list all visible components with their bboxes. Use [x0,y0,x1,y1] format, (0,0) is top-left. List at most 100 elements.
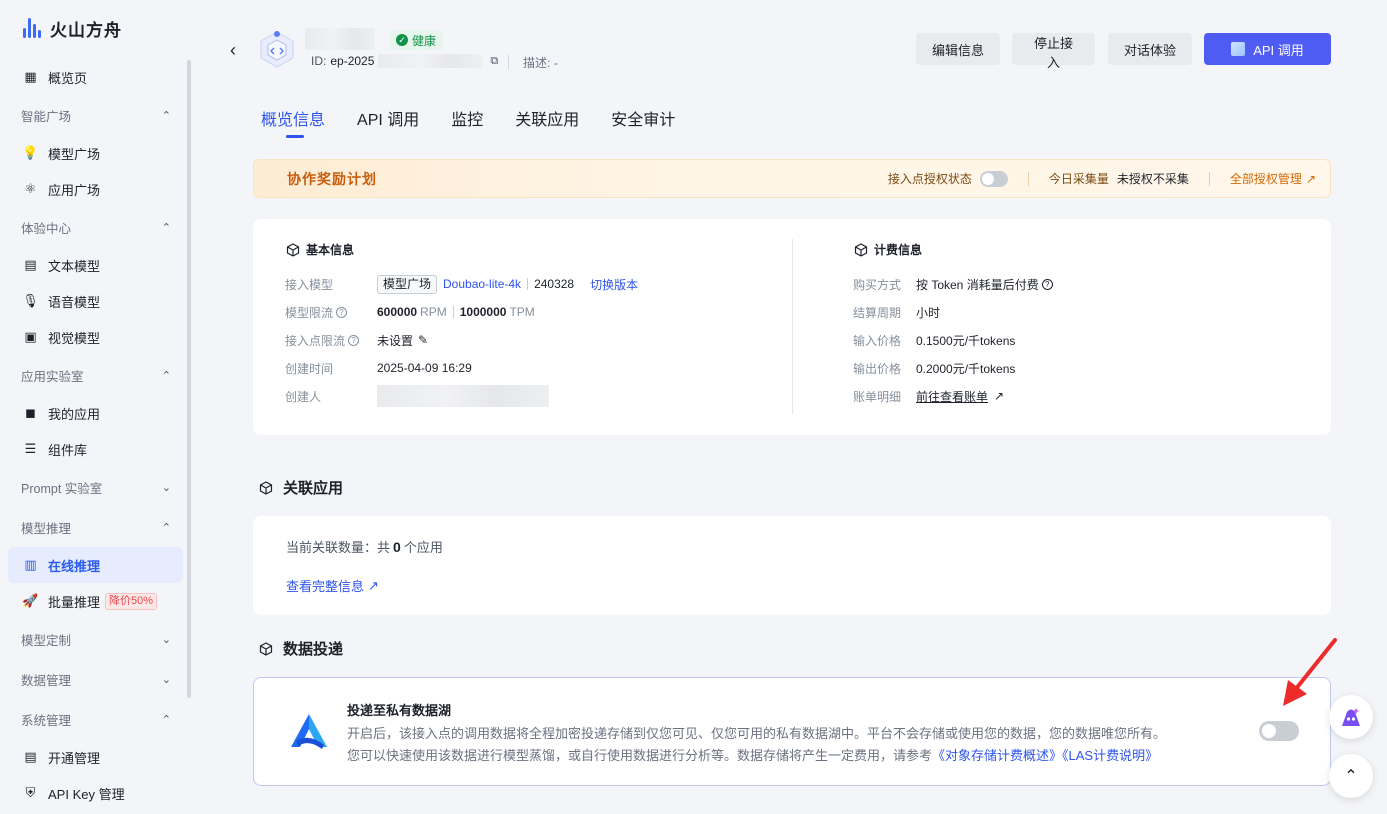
vision-icon: ▣ [24,329,37,344]
apps-count: 当前关联数量：共 0 个应用 [286,537,443,556]
id-label: ID: [311,54,327,68]
sidebar-scrollbar[interactable] [187,60,191,698]
auth-manage-link[interactable]: 全部授权管理 ↗ [1230,170,1316,187]
help-icon[interactable]: ? [348,334,360,346]
stop-endpoint-button[interactable]: 停止接入 [1012,33,1095,70]
id-value: ep-2025 [330,54,375,68]
sidebar-group[interactable]: 数据管理 ⌄ [8,659,183,699]
model-version: 240328 [534,277,575,291]
check-icon: ✓ [396,34,408,46]
oss-billing-link[interactable]: 《对象存储计费概述》 [932,748,1062,763]
tab[interactable]: API 调用 [357,106,419,136]
related-apps-title: 关联应用 [283,480,344,497]
api-call-button[interactable]: API 调用 [1204,33,1331,65]
apps-count-prefix: 当前关联数量：共 [286,540,391,555]
rpm-value: 600000 [377,305,418,319]
back-to-top-button[interactable]: ⌃ [1329,754,1373,798]
switch-version-link[interactable]: 切换版本 [590,276,638,293]
sidebar-item[interactable]: 💡 模型广场 [8,135,183,171]
output-price-row: 输出价格 0.2000元/千tokens [853,358,1015,378]
output-price-value: 0.2000元/千tokens [916,361,1016,376]
component-icon: ☰ [24,441,37,456]
data-delivery-title: 数据投递 [283,641,344,658]
input-price-row: 输入价格 0.1500元/千tokens [853,330,1015,350]
auth-status-toggle[interactable] [979,170,1008,187]
reward-banner: 协作奖励计划 接入点授权状态 今日采集量 未授权不采集 全部授权管理 ↗ [253,159,1331,198]
sidebar-group-label: 智能广场 [21,109,72,124]
sidebar-group[interactable]: Prompt 实验室 ⌄ [8,467,183,507]
help-icon[interactable]: ? [1041,278,1053,290]
sidebar-group[interactable]: 体验中心 ⌃ [8,207,183,247]
sidebar-item-label: 语音模型 [48,294,101,310]
help-icon[interactable]: ? [336,306,348,318]
sidebar-item[interactable]: ◼ 我的应用 [8,395,183,431]
discount-badge: 降价50% [105,592,158,610]
sidebar-item[interactable]: ▤ 文本模型 [8,247,183,283]
chevron-up-icon: ⌃ [161,369,171,382]
sidebar-item-label: 概览页 [48,70,88,86]
sidebar-group[interactable]: 模型定制 ⌄ [8,619,183,659]
view-bill-link[interactable]: 前往查看账单 [916,388,988,405]
sidebar-item[interactable]: ▦ 概览页 [8,59,183,95]
pencil-edit-icon[interactable]: ✎ [418,333,428,347]
chevron-down-icon: ⌄ [161,633,171,646]
sidebar-item[interactable]: ▤ 开通管理 [8,739,183,775]
creator-row: 创建人 [285,385,549,407]
las-billing-link[interactable]: 《LAS计费说明》 [1062,748,1158,763]
creator-redacted [377,385,549,407]
billing-cycle-label: 结算周期 [853,305,902,320]
status-text: 健康 [412,33,437,48]
microphone-icon: 🎙 [22,293,39,308]
tab[interactable]: 安全审计 [611,106,675,136]
sidebar-group[interactable]: 应用实验室 ⌃ [8,355,183,395]
output-price-label: 输出价格 [853,361,902,376]
hexagon-icon [286,242,300,257]
header-divider [508,55,509,69]
sidebar-item-label: 开通管理 [48,750,101,766]
desc-label: 描述: [523,56,551,70]
rate-limit-row: 模型限流? 600000 RPM 1000000 TPM [285,302,535,322]
view-full-info-link[interactable]: 查看完整信息 ↗ [286,576,379,595]
sidebar-group-label: 系统管理 [21,713,72,728]
data-lake-toggle[interactable] [1259,721,1299,741]
sidebar-item-label: 视觉模型 [48,330,101,346]
data-lake-description: 开启后，该接入点的调用数据将全程加密投递存储到仅您可见、仅您可用的私有数据湖中。… [347,723,1247,767]
sidebar-item[interactable]: 🚀 批量推理 降价50% [8,583,183,619]
sidebar-item[interactable]: ⛨ API Key 管理 [8,775,183,811]
ai-assistant-button[interactable] [1329,695,1373,739]
doc-icon: ▤ [24,749,37,764]
tab[interactable]: 概览信息 [261,106,325,138]
external-link-icon: ↗ [1305,171,1316,186]
sidebar-item-label: API Key 管理 [48,786,125,802]
auth-manage-label: 全部授权管理 [1229,172,1302,186]
reward-title: 协作奖励计划 [287,170,377,187]
sidebar-item-label: 我的应用 [48,406,101,422]
copy-icon[interactable]: ⧉ [490,55,498,68]
sidebar-item[interactable]: ▥ 在线推理 [8,547,183,583]
sidebar-item[interactable]: 🎙 语音模型 [8,283,183,319]
model-source-tag: 模型广场 [377,274,438,294]
sidebar-group-label: 数据管理 [21,673,72,688]
tab[interactable]: 关联应用 [515,106,579,136]
basic-info-title: 基本信息 [286,241,354,258]
sidebar-item-label: 批量推理 [48,594,101,610]
back-icon[interactable]: ‹ [230,40,236,61]
sidebar-group-label: 应用实验室 [21,369,84,384]
sidebar-group[interactable]: 智能广场 ⌃ [8,95,183,135]
sidebar-item[interactable]: ☰ 组件库 [8,431,183,467]
sidebar-group[interactable]: 系统管理 ⌃ [8,699,183,739]
sidebar-group-label: 模型推理 [21,521,72,536]
brand-logo[interactable]: 火山方舟 [22,14,122,42]
edit-info-button[interactable]: 编辑信息 [916,33,1000,65]
endpoint-id: ID: ep-2025 ⧉ [311,54,498,68]
model-name-link[interactable]: Doubao-lite-4k [443,277,521,291]
sidebar-group[interactable]: 模型推理 ⌃ [8,507,183,547]
shield-icon: ⛨ [25,785,36,800]
chat-experience-button[interactable]: 对话体验 [1108,33,1192,65]
sidebar-item-label: 文本模型 [48,258,101,274]
bill-detail-row: 账单明细 前往查看账单 ↗ [853,386,1004,406]
sidebar-item[interactable]: ⚛ 应用广场 [8,171,183,207]
apps-count-value: 0 [393,539,401,555]
tab[interactable]: 监控 [451,106,483,136]
sidebar-item[interactable]: ▣ 视觉模型 [8,319,183,355]
